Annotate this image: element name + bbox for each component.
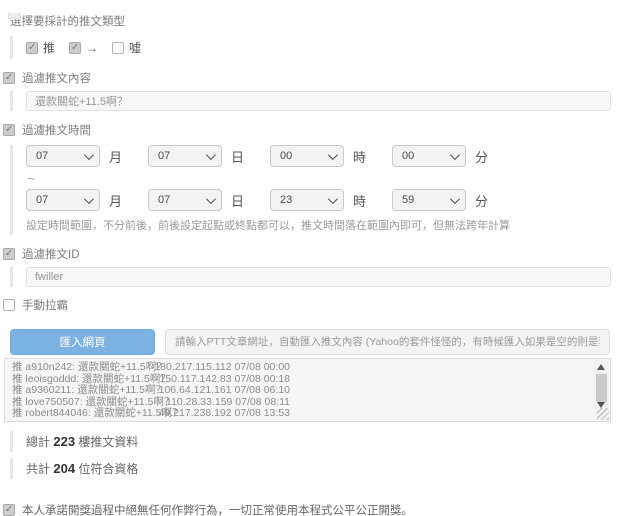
chevron-down-icon (84, 194, 94, 204)
page-title: 選擇要採計的推文類型 (10, 13, 640, 29)
id-filter-block (10, 267, 640, 287)
id-filter-input[interactable] (26, 267, 611, 287)
article-url-input[interactable] (165, 329, 610, 355)
push-type-tui-label: 推 (43, 39, 55, 56)
hour-unit-label: 時 (353, 191, 366, 210)
scrollbar-thumb[interactable] (596, 374, 607, 402)
push-type-boo-label: 噓 (129, 39, 141, 56)
fairness-promise-checkbox[interactable] (3, 504, 15, 516)
fairness-promise-section: 本人承諾開獎過程中絕無任何作弊行為，一切正常使用本程式公平公正開獎。 (3, 502, 640, 516)
id-filter-section: 過濾推文ID (3, 246, 640, 262)
chevron-down-icon (206, 150, 216, 160)
time-filter-block: 07 月 07 日 00 時 00 分 ~ (10, 145, 640, 235)
id-filter-label: 過濾推文ID (22, 246, 80, 262)
content-filter-checkbox[interactable] (3, 72, 15, 84)
push-type-boo-checkbox[interactable] (112, 42, 124, 54)
time-filter-note: 設定時間範圍，不分前後，前後設定起點或終點都可以，推文時間落在範圍內即可，但無法… (26, 217, 640, 235)
manual-slot-checkbox[interactable] (3, 299, 15, 311)
push-type-option-boo[interactable]: 噓 (112, 39, 141, 56)
qualified-count: 204 (53, 461, 75, 476)
total-prefix: 總計 (26, 435, 50, 449)
chevron-down-icon (328, 150, 338, 160)
time-filter-section: 過濾推文時間 (3, 122, 640, 138)
comments-textarea[interactable]: 180.217.115.112 07/08 00:00 推 a910n242: … (4, 358, 611, 422)
end-month-select[interactable]: 07 (26, 189, 100, 211)
fairness-promise-label: 本人承諾開獎過程中絕無任何作弊行為，一切正常使用本程式公平公正開獎。 (22, 502, 413, 516)
start-day-select[interactable]: 07 (148, 145, 222, 167)
end-hour-select[interactable]: 23 (270, 189, 344, 211)
chevron-down-icon (450, 194, 460, 204)
push-type-option-tui[interactable]: 推 (26, 39, 55, 56)
comment-ip-time: 49.217.238.192 07/08 13:53 (12, 408, 290, 420)
chevron-down-icon (84, 150, 94, 160)
total-suffix: 樓推文資料 (78, 435, 138, 449)
end-minute-select[interactable]: 59 (392, 189, 466, 211)
time-filter-checkbox[interactable] (3, 124, 15, 136)
end-month-value: 07 (36, 194, 48, 206)
day-unit-label: 日 (231, 191, 244, 210)
time-start-row: 07 月 07 日 00 時 00 分 (26, 145, 640, 167)
content-filter-section: 過濾推文內容 (3, 70, 640, 86)
chevron-down-icon (328, 194, 338, 204)
time-end-row: 07 月 07 日 23 時 59 分 (26, 189, 640, 211)
qualified-prefix: 共計 (26, 462, 50, 476)
start-hour-select[interactable]: 00 (270, 145, 344, 167)
content-filter-input[interactable] (26, 91, 611, 111)
time-filter-label: 過濾推文時間 (22, 122, 91, 138)
import-row: 匯入網頁 (10, 329, 640, 355)
push-type-group: 推 → 噓 (10, 36, 640, 59)
comment-line: 49.217.238.192 07/08 13:53 推 robert84404… (12, 408, 590, 420)
push-type-arrow-checkbox[interactable] (69, 42, 81, 54)
content-filter-label: 過濾推文內容 (22, 70, 91, 86)
id-filter-checkbox[interactable] (3, 248, 15, 260)
total-count: 223 (53, 434, 75, 449)
manual-slot-section: 手動拉霸 (3, 297, 640, 313)
start-minute-value: 00 (402, 150, 414, 162)
manual-slot-label: 手動拉霸 (22, 297, 68, 313)
push-type-tui-checkbox[interactable] (26, 42, 38, 54)
push-type-option-arrow[interactable]: → (69, 41, 98, 55)
day-unit-label: 日 (231, 147, 244, 166)
hour-unit-label: 時 (353, 147, 366, 166)
cropped-top-element (8, 13, 21, 19)
start-month-select[interactable]: 07 (26, 145, 100, 167)
end-minute-value: 59 (402, 194, 414, 206)
time-range-tilde: ~ (28, 172, 640, 186)
end-day-select[interactable]: 07 (148, 189, 222, 211)
start-day-value: 07 (158, 150, 170, 162)
scroll-up-icon[interactable] (597, 364, 605, 370)
start-minute-select[interactable]: 00 (392, 145, 466, 167)
import-page-button[interactable]: 匯入網頁 (10, 329, 155, 355)
start-hour-value: 00 (280, 150, 292, 162)
push-type-arrow-label: → (86, 41, 98, 55)
resize-grip-icon[interactable] (597, 408, 609, 420)
total-comments-line: 總計 223 樓推文資料 (10, 431, 640, 452)
end-hour-value: 23 (280, 194, 292, 206)
start-month-value: 07 (36, 150, 48, 162)
minute-unit-label: 分 (475, 191, 488, 210)
chevron-down-icon (450, 150, 460, 160)
minute-unit-label: 分 (475, 147, 488, 166)
month-unit-label: 月 (109, 191, 122, 210)
chevron-down-icon (206, 194, 216, 204)
qualified-count-line: 共計 204 位符合資格 (10, 458, 640, 479)
qualified-suffix: 位符合資格 (78, 462, 138, 476)
content-filter-block (10, 91, 640, 111)
end-day-value: 07 (158, 194, 170, 206)
month-unit-label: 月 (109, 147, 122, 166)
